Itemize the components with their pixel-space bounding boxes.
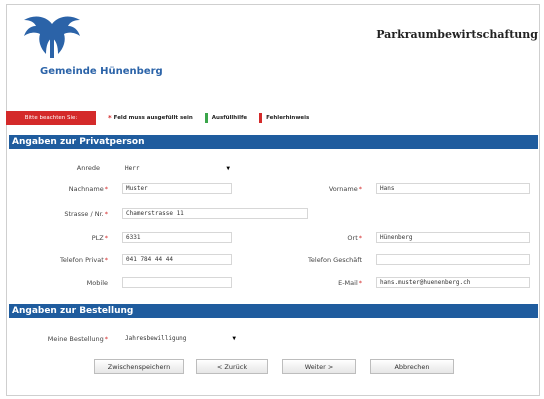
notice-pill: Bitte beachten Sie:: [6, 111, 96, 125]
error-swatch-icon: [259, 113, 263, 123]
caret-down-icon: ▼: [232, 335, 236, 342]
mobile-label: Mobile: [86, 279, 108, 287]
vorname-input[interactable]: Hans: [376, 183, 530, 194]
legend-error: Fehlerhinweis: [259, 113, 309, 123]
tel-privat-input[interactable]: 041 784 44 44: [122, 254, 232, 265]
ort-label: Ort*: [347, 234, 362, 242]
ort-input[interactable]: Hünenberg: [376, 232, 530, 243]
crest-horns-icon: [24, 16, 80, 58]
legend-bar: Bitte beachten Sie: * Feld muss ausgefül…: [6, 111, 309, 125]
next-button[interactable]: Weiter >: [282, 359, 356, 374]
save-button[interactable]: Zwischenspeichern: [94, 359, 184, 374]
cancel-button[interactable]: Abbrechen: [370, 359, 454, 374]
tel-geschaeft-label: Telefon Geschäft: [308, 256, 362, 264]
bestellung-select[interactable]: Jahresbewilligung ▼: [122, 333, 238, 344]
back-button[interactable]: < Zurück: [196, 359, 268, 374]
legend-help-label: Ausfüllhilfe: [211, 115, 248, 121]
strasse-input[interactable]: Chamerstrasse 11: [122, 208, 308, 219]
bestellung-label: Meine Bestellung*: [47, 335, 108, 343]
legend-required: * Feld muss ausgefüllt sein: [108, 114, 193, 122]
vorname-label: Vorname*: [328, 185, 362, 193]
nachname-input[interactable]: Muster: [122, 183, 232, 194]
town-name: Gemeinde Hünenberg: [40, 66, 163, 77]
anrede-label: Anrede: [76, 164, 100, 172]
tel-geschaeft-input[interactable]: [376, 254, 530, 265]
section-private-header: Angaben zur Privatperson: [9, 135, 538, 149]
email-input[interactable]: hans.muster@huenenberg.ch: [376, 277, 530, 288]
plz-input[interactable]: 6331: [122, 232, 232, 243]
nachname-label: Nachname*: [68, 185, 108, 193]
tel-privat-label: Telefon Privat*: [59, 256, 108, 264]
app-title: Parkraumbewirtschaftung: [376, 28, 538, 41]
strasse-label: Strasse / Nr.*: [64, 210, 108, 218]
section-order-header: Angaben zur Bestellung: [9, 304, 538, 318]
help-swatch-icon: [204, 113, 208, 123]
email-label: E-Mail*: [338, 279, 362, 287]
legend-required-label: Feld muss ausgefüllt sein: [113, 115, 193, 121]
required-star-icon: *: [108, 114, 112, 122]
legend-help: Ausfüllhilfe: [204, 113, 248, 123]
caret-down-icon: ▼: [226, 165, 230, 172]
anrede-select[interactable]: Herr ▼: [122, 163, 232, 174]
plz-label: PLZ*: [91, 234, 108, 242]
mobile-input[interactable]: [122, 277, 232, 288]
legend-error-label: Fehlerhinweis: [266, 115, 310, 121]
